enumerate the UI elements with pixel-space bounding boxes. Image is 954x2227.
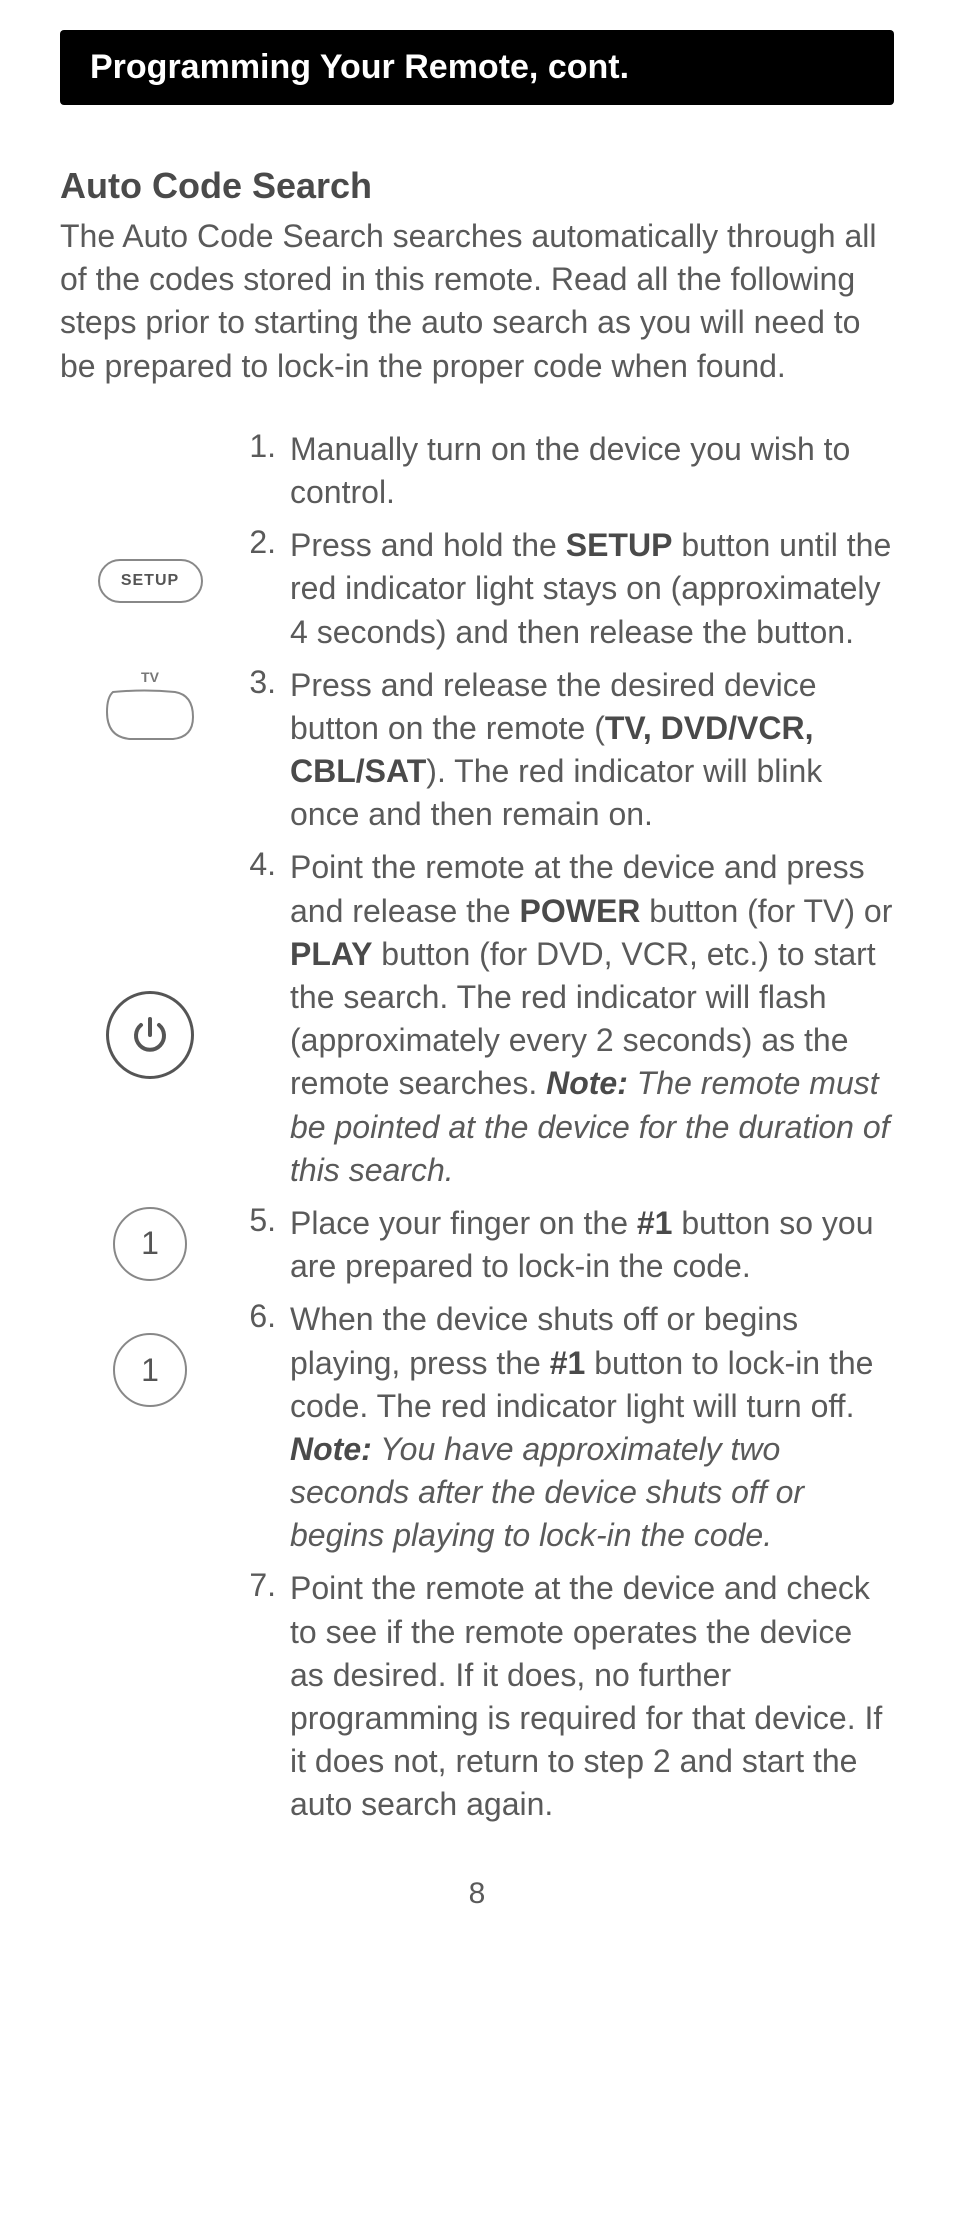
step-3-icon-col: TV [60,664,240,742]
step-3-text: Press and release the desired device but… [290,664,894,837]
step-2-num: 2. [240,524,290,654]
step-5: 1 5. Place your finger on the #1 button … [60,1202,894,1288]
setup-label: SETUP [121,572,179,590]
step-2: SETUP 2. Press and hold the SETUP button… [60,524,894,654]
step-4: 4. Point the remote at the device and pr… [60,846,894,1192]
number-one-button-icon: 1 [113,1207,187,1281]
power-icon [128,1013,172,1057]
page-number: 8 [60,1877,894,1911]
step-4-num: 4. [240,846,290,1192]
tv-button-icon: TV [105,669,195,742]
step-7-icon-col [60,1567,240,1572]
step-1: 1. Manually turn on the device you wish … [60,428,894,514]
step-3: TV 3. Press and release the desired devi… [60,664,894,837]
step-2-text: Press and hold the SETUP button until th… [290,524,894,654]
step-4-icon-col [60,846,240,1079]
step-6-icon-col: 1 [60,1298,240,1407]
step-6: 1 6. When the device shuts off or begins… [60,1298,894,1557]
step-3-num: 3. [240,664,290,837]
step-7-text: Point the remote at the device and check… [290,1567,894,1826]
step-5-num: 5. [240,1202,290,1288]
step-6-text: When the device shuts off or begins play… [290,1298,894,1557]
power-button-icon [106,991,194,1079]
steps-list: 1. Manually turn on the device you wish … [60,428,894,1827]
step-1-text: Manually turn on the device you wish to … [290,428,894,514]
tv-label: TV [141,669,159,685]
device-button-shape [105,687,195,742]
setup-button-icon: SETUP [98,559,203,603]
step-5-text: Place your finger on the #1 button so yo… [290,1202,894,1288]
step-1-icon-col [60,428,240,433]
step-2-icon-col: SETUP [60,524,240,603]
step-7: 7. Point the remote at the device and ch… [60,1567,894,1826]
step-5-icon-col: 1 [60,1202,240,1281]
step-7-num: 7. [240,1567,290,1826]
section-intro: The Auto Code Search searches automatica… [60,215,894,388]
page-header-title: Programming Your Remote, cont. [90,48,864,87]
page-header-bar: Programming Your Remote, cont. [60,30,894,105]
step-6-num: 6. [240,1298,290,1557]
step-1-num: 1. [240,428,290,514]
number-one-label: 1 [141,1225,159,1262]
number-one-button-icon-2: 1 [113,1333,187,1407]
number-one-label-2: 1 [141,1352,159,1389]
section-title: Auto Code Search [60,165,894,207]
manual-page: Programming Your Remote, cont. Auto Code… [0,30,954,1911]
step-4-text: Point the remote at the device and press… [290,846,894,1192]
